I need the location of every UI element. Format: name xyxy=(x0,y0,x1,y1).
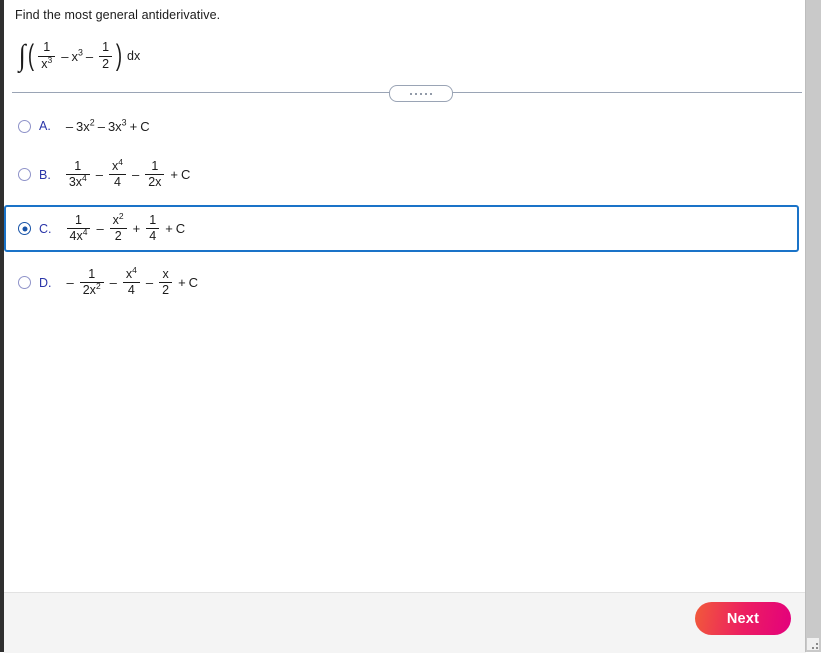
constant-c: C xyxy=(140,118,150,134)
fraction-1: 1 3x4 xyxy=(65,159,90,190)
radio-button-b[interactable] xyxy=(18,168,31,182)
denominator: 2 xyxy=(162,283,170,298)
term-3x-cubed: 3x3 xyxy=(107,117,127,134)
numerator: 1 xyxy=(151,159,159,173)
operator: – xyxy=(131,167,140,183)
differential-dx: dx xyxy=(127,48,141,63)
term-3x-squared: 3x2 xyxy=(76,117,95,134)
footer-toolbar: Next xyxy=(4,592,806,653)
integral-sign-icon: ∫ xyxy=(18,39,26,72)
term-x-cubed: x3 xyxy=(71,47,83,64)
handle-dot-icon xyxy=(410,92,412,95)
divider-drag-handle[interactable] xyxy=(389,85,453,102)
operator: – xyxy=(97,118,105,134)
answer-choice-b[interactable]: B. 1 3x4 – x4 4 – 1 2x + C xyxy=(4,154,806,195)
denominator: 3x4 xyxy=(68,172,87,190)
choice-d-expression: – 1 2x2 – x4 4 – x 2 + C xyxy=(64,265,199,298)
numerator: x4 xyxy=(125,265,137,282)
fraction-3: 1 2x xyxy=(145,159,165,190)
choice-b-expression: 1 3x4 – x4 4 – 1 2x + C xyxy=(63,156,191,190)
operator: – xyxy=(95,167,103,183)
fraction-2: x4 4 xyxy=(122,265,140,298)
numerator: 1 xyxy=(149,213,157,228)
numerator: x2 xyxy=(112,210,124,228)
choice-letter-d: D. xyxy=(39,275,52,290)
paren-close: ) xyxy=(115,38,123,72)
denominator: 4x4 xyxy=(69,227,88,244)
answer-choice-c[interactable]: C. 1 4x4 – x2 2 + 1 4 + C xyxy=(4,205,799,253)
operator: + xyxy=(129,118,138,134)
handle-dot-icon xyxy=(415,92,417,95)
vertical-scrollbar[interactable] xyxy=(805,0,821,652)
choice-letter-a: A. xyxy=(39,119,51,133)
numerator: 1 xyxy=(102,40,110,55)
operator: + xyxy=(132,221,141,237)
operator: – xyxy=(96,221,104,237)
grip-dot-icon xyxy=(816,643,818,645)
numerator: 1 xyxy=(74,213,82,228)
constant-c: C xyxy=(181,167,191,183)
handle-dot-icon xyxy=(425,92,427,95)
denominator: 4 xyxy=(149,229,157,244)
next-button[interactable]: Next xyxy=(695,602,791,635)
answer-choice-a[interactable]: A. – 3x2 – 3x3 + C xyxy=(4,108,806,144)
minus-operator-1: – xyxy=(61,48,69,64)
fraction-3: 1 4 xyxy=(146,213,160,244)
radio-button-d[interactable] xyxy=(18,276,31,290)
fraction-one-half: 1 2 xyxy=(99,40,113,71)
denominator: 2 xyxy=(102,56,110,71)
fraction-one-over-x-cubed: 1 x3 xyxy=(38,40,56,71)
handle-dot-icon xyxy=(420,92,422,95)
resize-grip-icon[interactable] xyxy=(807,638,819,650)
numerator: 1 xyxy=(88,267,96,282)
paren-open: ( xyxy=(28,38,35,72)
grip-dot-icon xyxy=(816,647,818,649)
denominator: 2x xyxy=(148,175,162,190)
fraction-2: x4 4 xyxy=(108,156,126,190)
numerator: 1 xyxy=(74,159,82,173)
fraction-1: 1 2x2 xyxy=(79,267,104,298)
leading-minus: – xyxy=(66,275,74,291)
leading-minus: – xyxy=(65,118,74,134)
denominator: 4 xyxy=(127,283,135,298)
operator: + xyxy=(165,221,173,237)
integral-expression: ∫ ( 1 x3 – x3 – 1 2 ) dx xyxy=(18,33,141,79)
question-content-area: Find the most general antiderivative. ∫ … xyxy=(4,0,806,592)
minus-operator-2: – xyxy=(85,48,94,64)
section-divider xyxy=(12,85,802,102)
fraction-2: x2 2 xyxy=(109,210,127,244)
numerator: 1 xyxy=(43,40,51,55)
answer-choice-list: A. – 3x2 – 3x3 + C B. 1 3x4 – x4 4 – 1 2… xyxy=(4,108,806,314)
numerator: x4 xyxy=(111,156,123,173)
radio-button-a[interactable] xyxy=(18,119,31,133)
numerator: x xyxy=(162,267,169,282)
operator: – xyxy=(145,275,154,291)
choice-c-expression: 1 4x4 – x2 2 + 1 4 + C xyxy=(64,210,186,244)
operator: + xyxy=(178,275,186,291)
page-title: Find the most general antiderivative. xyxy=(15,8,221,22)
choice-a-expression: – 3x2 – 3x3 + C xyxy=(63,117,150,134)
denominator: 4 xyxy=(114,175,121,190)
constant-c: C xyxy=(175,221,186,237)
answer-choice-d[interactable]: D. – 1 2x2 – x4 4 – x 2 + C xyxy=(4,262,806,303)
constant-c: C xyxy=(188,275,199,291)
denominator: 2x2 xyxy=(82,281,101,298)
fraction-3: x 2 xyxy=(159,267,173,298)
denominator: 2 xyxy=(114,229,122,244)
radio-button-c[interactable] xyxy=(18,222,31,236)
handle-dot-icon xyxy=(430,92,432,95)
choice-letter-c: C. xyxy=(39,221,52,236)
grip-dot-icon xyxy=(812,647,814,649)
fraction-1: 1 4x4 xyxy=(66,213,91,244)
denominator: x3 xyxy=(41,54,53,71)
operator: – xyxy=(109,275,117,291)
choice-letter-b: B. xyxy=(39,167,51,182)
operator: + xyxy=(170,167,178,183)
